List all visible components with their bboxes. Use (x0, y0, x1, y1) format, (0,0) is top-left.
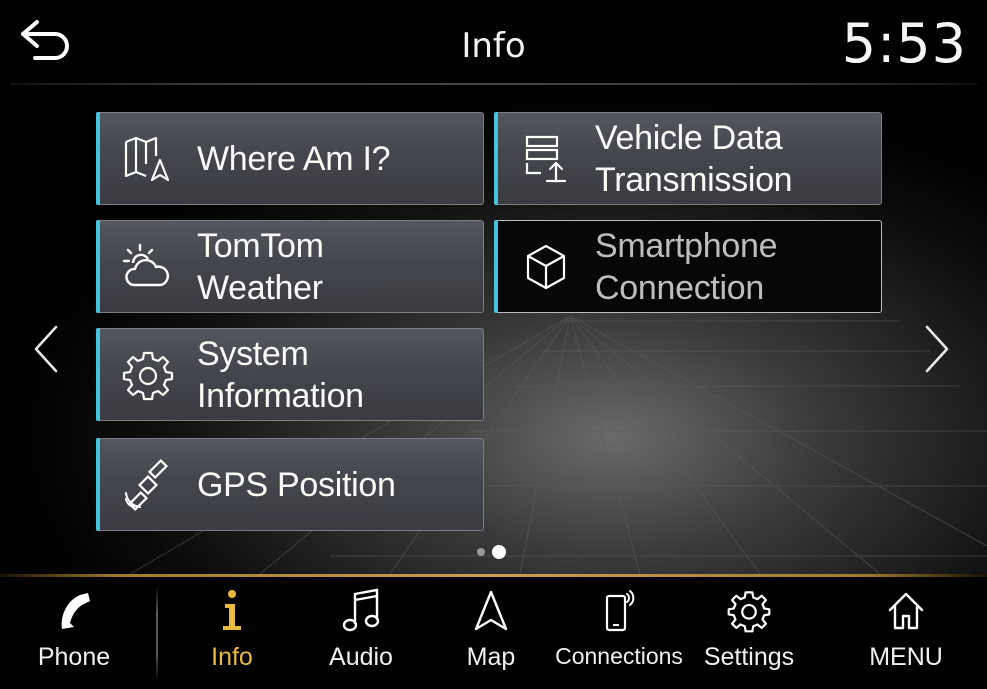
nav-label: Info (211, 643, 253, 671)
tile-label-line-2: Transmission (595, 160, 793, 199)
gear-icon (122, 351, 174, 400)
tile-label-line-1: Vehicle Data (595, 118, 783, 157)
nav-label: Settings (703, 643, 795, 671)
nav-info[interactable]: Info (176, 577, 288, 689)
content-area: Where Am I? Vehicle Data Transmission To… (0, 86, 987, 574)
satellite-icon (125, 458, 169, 511)
nav-label: Audio (329, 643, 393, 671)
nav-label: Phone (37, 643, 111, 671)
page-title: Info (461, 26, 526, 66)
nav-map[interactable]: Map (436, 577, 546, 689)
tile-label-line-1: TomTom (197, 226, 324, 265)
tile-tomtom-weather[interactable]: TomTom Weather (96, 220, 484, 313)
home-icon (888, 592, 924, 630)
weather-icon (122, 243, 170, 286)
map-location-icon (124, 136, 170, 181)
tile-system-information[interactable]: System Information (96, 328, 484, 421)
smartphone-signal-icon (605, 590, 635, 632)
next-page-button[interactable] (917, 322, 957, 376)
nav-audio[interactable]: Audio (306, 577, 416, 689)
nav-connections[interactable]: Connections (555, 577, 683, 689)
nav-phone[interactable]: Phone (18, 577, 130, 689)
tile-where-am-i[interactable]: Where Am I? (96, 112, 484, 205)
nav-label: Connections (555, 643, 683, 669)
header-divider (10, 83, 977, 85)
page-dot-2 (492, 545, 506, 559)
gear-icon (727, 591, 771, 633)
navigation-arrow-icon (474, 590, 508, 631)
nav-menu[interactable]: MENU (850, 577, 962, 689)
cube-icon (526, 244, 566, 289)
nav-label: MENU (869, 643, 943, 671)
tile-label-line-2: Connection (595, 268, 765, 307)
clock: 5:53 (841, 12, 967, 75)
nav-label: Map (466, 643, 516, 671)
phone-icon (61, 593, 90, 629)
music-note-icon (342, 588, 380, 632)
tile-smartphone-connection[interactable]: Smartphone Connection (494, 220, 882, 313)
bottom-nav-bar: Phone Info Audio Map Connections Setting… (0, 577, 987, 689)
tile-vehicle-data-transmission[interactable]: Vehicle Data Transmission (494, 112, 882, 205)
data-upload-icon (525, 135, 567, 182)
tile-gps-position[interactable]: GPS Position (96, 438, 484, 531)
tile-label-line-1: System (197, 334, 309, 373)
tile-label-line-1: Smartphone (595, 226, 778, 265)
nav-settings[interactable]: Settings (692, 577, 806, 689)
chevron-right-icon (925, 325, 949, 373)
tile-label: Where Am I? (197, 139, 391, 178)
tile-label: GPS Position (197, 465, 396, 504)
header-bar: Info 5:53 (0, 0, 987, 85)
info-icon (223, 590, 241, 630)
tile-label-line-2: Weather (197, 268, 323, 307)
info-screen: Info 5:53 Where Am I? Vehicle Data Trans… (0, 0, 987, 689)
page-indicator (477, 545, 506, 559)
chevron-left-icon (34, 325, 58, 373)
tile-label-line-2: Information (197, 376, 364, 415)
nav-separator (156, 585, 158, 681)
previous-page-button[interactable] (26, 322, 66, 376)
page-dot-1 (477, 548, 485, 556)
